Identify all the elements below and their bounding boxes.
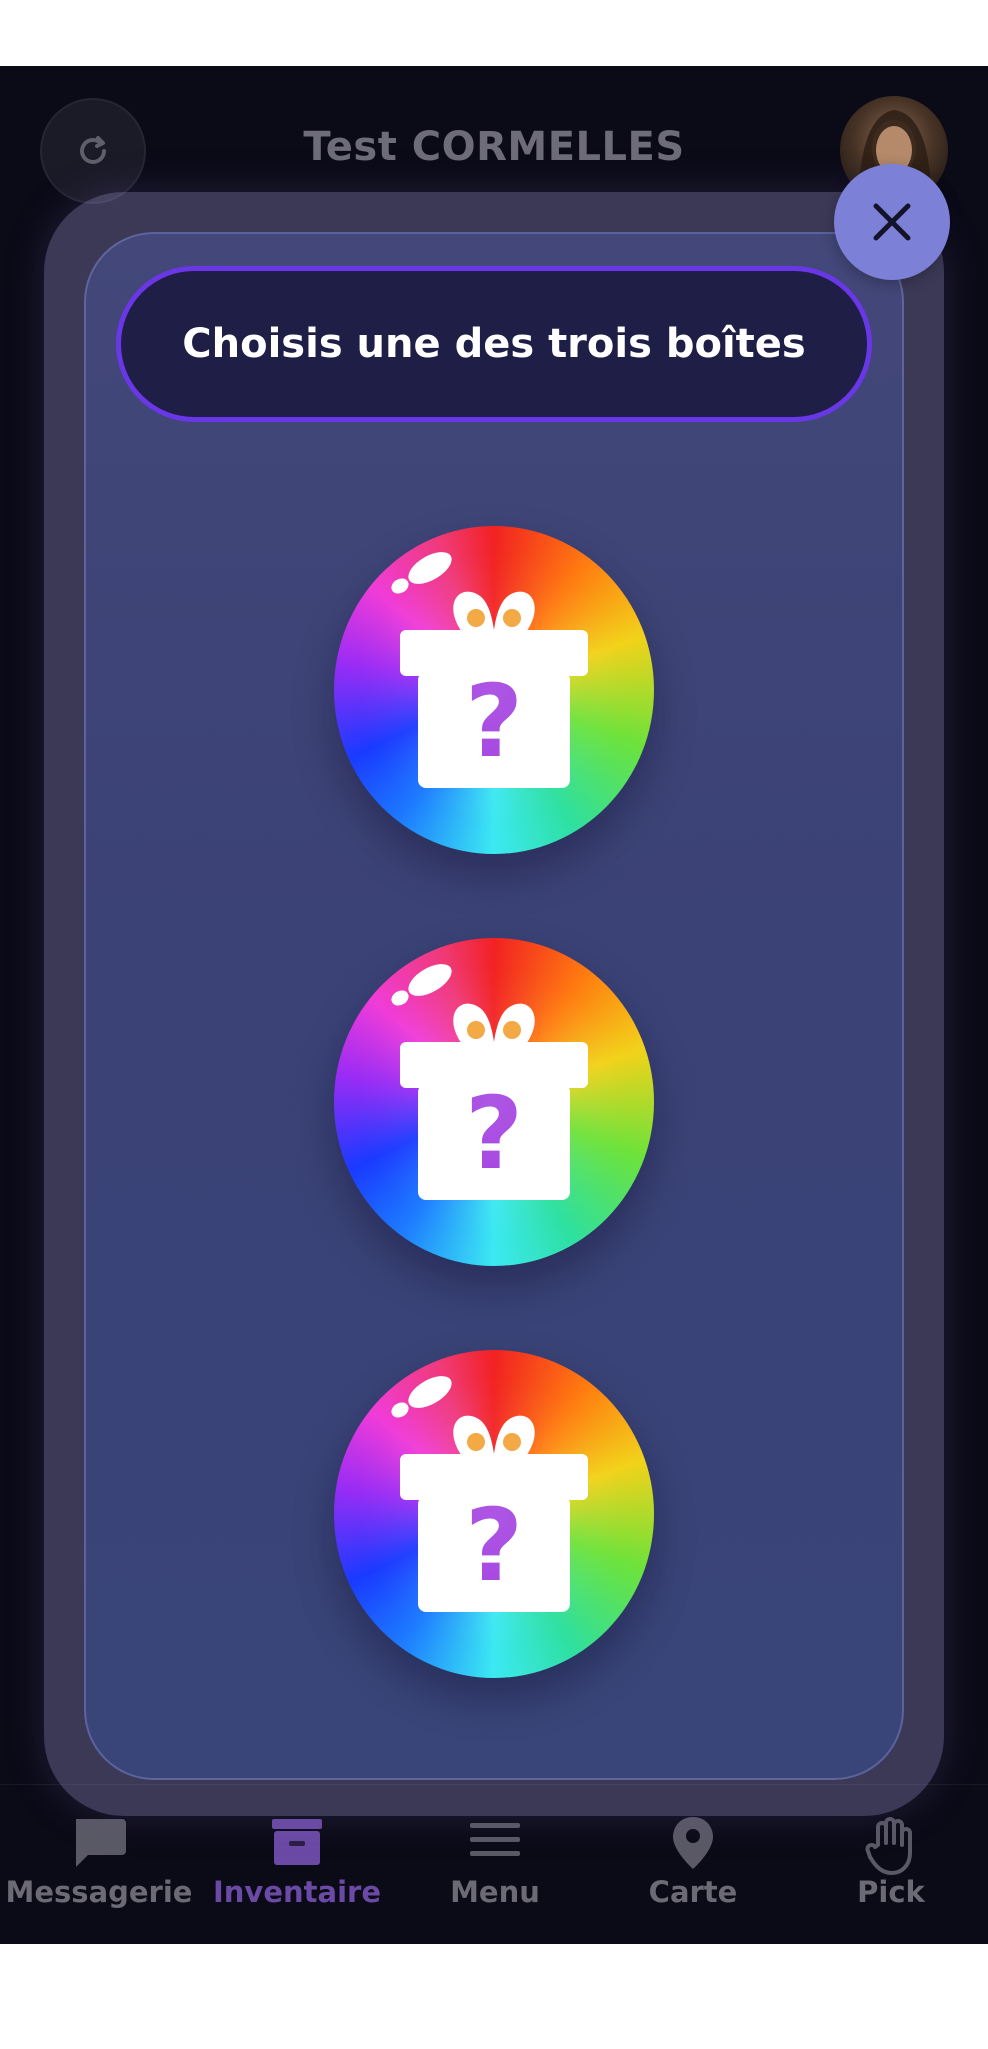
close-icon: [873, 203, 911, 241]
svg-text:?: ?: [465, 1075, 523, 1192]
map-pin-icon: [673, 1817, 713, 1869]
page-title: Test CORMELLES: [303, 124, 685, 170]
mystery-gift-icon: ?: [391, 1376, 588, 1612]
svg-text:?: ?: [465, 1487, 523, 1604]
hamburger-menu-icon: [470, 1823, 520, 1856]
inventory-box-icon: [272, 1819, 322, 1865]
close-button[interactable]: [834, 164, 950, 280]
nav-label-pick: Pick: [857, 1875, 925, 1909]
nav-label-menu: Menu: [450, 1875, 540, 1909]
refresh-icon: [80, 136, 106, 164]
nav-label-inventaire: Inventaire: [213, 1875, 381, 1909]
mystery-box-2[interactable]: ?: [334, 938, 654, 1266]
mystery-box-1[interactable]: ?: [334, 526, 654, 854]
mystery-box-3[interactable]: ?: [334, 1350, 654, 1678]
prompt-text: Choisis une des trois boîtes: [182, 321, 806, 367]
prompt-banner: Choisis une des trois boîtes: [116, 266, 872, 422]
hand-icon: [865, 1817, 912, 1875]
svg-text:?: ?: [465, 663, 523, 780]
chat-bubble-icon: [76, 1819, 126, 1867]
mystery-gift-icon: ?: [391, 552, 588, 788]
mystery-gift-icon: ?: [391, 964, 588, 1200]
nav-label-carte: Carte: [648, 1875, 738, 1909]
nav-label-messagerie: Messagerie: [5, 1875, 193, 1909]
app-screen: Test CORMELLES Messagerie Inventaire Men…: [0, 66, 988, 1944]
refresh-button[interactable]: [40, 98, 146, 204]
